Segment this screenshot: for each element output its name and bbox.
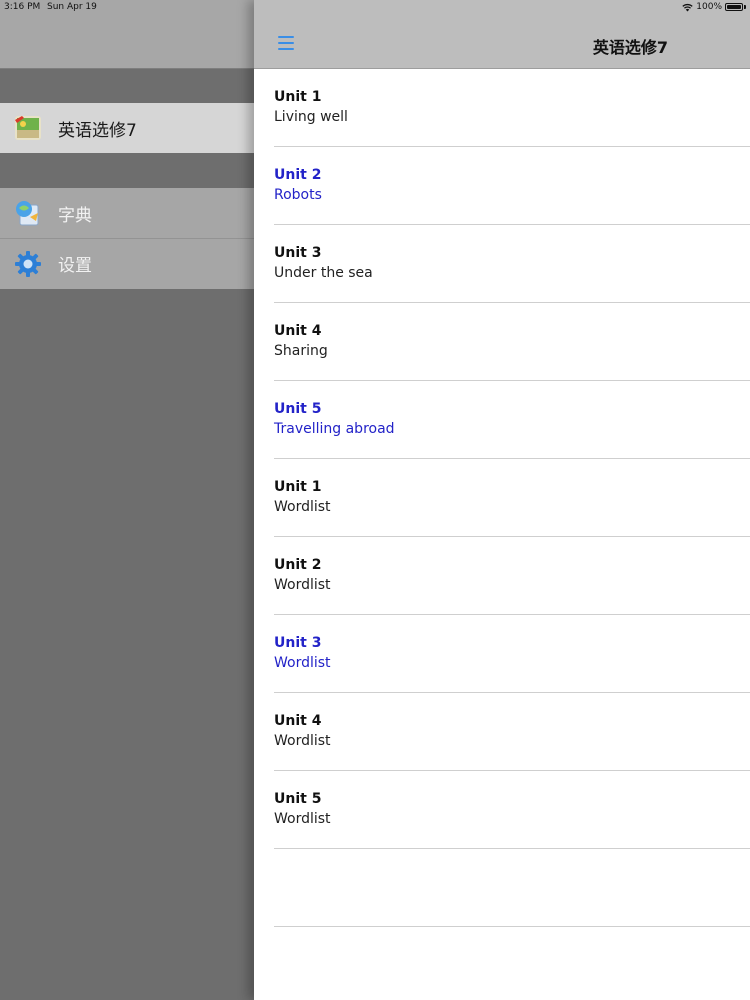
dictionary-icon	[14, 199, 42, 227]
sidebar-item-dictionary[interactable]: 字典	[0, 188, 254, 238]
list-item-title: Unit 4	[274, 323, 322, 339]
list-item-subtitle: Travelling abroad	[274, 421, 395, 437]
book-cover-icon	[14, 114, 42, 142]
list-item-subtitle: Sharing	[274, 343, 328, 359]
list-item-subtitle: Wordlist	[274, 655, 331, 671]
sidebar-item-settings[interactable]: 设置	[0, 238, 254, 288]
list-item-subtitle: Under the sea	[274, 265, 373, 281]
list-item-subtitle: Living well	[274, 109, 348, 125]
list-item[interactable]: Unit 4 Wordlist	[254, 693, 750, 771]
list-item[interactable]: Unit 3 Wordlist	[254, 615, 750, 693]
list-item[interactable]: Unit 1 Wordlist	[254, 459, 750, 537]
list-item-title: Unit 4	[274, 713, 322, 729]
list-item-title: Unit 5	[274, 791, 322, 807]
page-title: 英语选修7	[592, 38, 668, 57]
list-item-title: Unit 2	[274, 557, 322, 573]
list-item-title: Unit 1	[274, 479, 322, 495]
menu-icon[interactable]	[278, 36, 294, 50]
sidebar: 英语选修7 字典 设置	[0, 0, 254, 1000]
list-item-subtitle: Wordlist	[274, 811, 331, 827]
list-item[interactable]: Unit 1 Living well	[254, 69, 750, 147]
list-item-title: Unit 3	[274, 245, 322, 261]
wifi-icon	[682, 3, 693, 11]
status-time: 3:16 PM	[4, 2, 41, 12]
list-item-title: Unit 1	[274, 89, 322, 105]
sidebar-item-dictionary-label: 字典	[58, 205, 92, 226]
status-date: Sun Apr 19	[47, 2, 97, 12]
list-item[interactable]: Unit 4 Sharing	[254, 303, 750, 381]
list-item-subtitle: Wordlist	[274, 733, 331, 749]
sidebar-item-settings-label: 设置	[58, 256, 92, 276]
battery-percent: 100%	[696, 2, 722, 12]
list-item-subtitle: Robots	[274, 187, 322, 203]
list-item-empty	[254, 849, 750, 927]
sidebar-item-book[interactable]: 英语选修7	[0, 103, 254, 153]
list-item-title: Unit 2	[274, 167, 322, 183]
list-item-subtitle: Wordlist	[274, 499, 331, 515]
list-item[interactable]: Unit 5 Wordlist	[254, 771, 750, 849]
list-item-subtitle: Wordlist	[274, 577, 331, 593]
status-right: 100%	[682, 2, 746, 12]
list-item[interactable]: Unit 5 Travelling abroad	[254, 381, 750, 459]
battery-tip	[744, 5, 746, 9]
list-item[interactable]: Unit 2 Robots	[254, 147, 750, 225]
unit-list: Unit 1 Living well Unit 2 Robots Unit 3 Und…	[254, 69, 750, 927]
list-item[interactable]: Unit 3 Under the sea	[254, 225, 750, 303]
list-item-title: Unit 3	[274, 635, 322, 651]
status-bar: 3:16 PM Sun Apr 19 100%	[0, 0, 750, 14]
sidebar-menu-group: 字典 设置	[0, 188, 254, 289]
battery-icon	[725, 3, 743, 11]
list-item-title: Unit 5	[274, 401, 322, 417]
main-panel: 英语选修7 Unit 1 Living well Unit 2 Robots Uni…	[254, 0, 750, 1000]
gear-icon	[14, 250, 42, 278]
list-item[interactable]: Unit 2 Wordlist	[254, 537, 750, 615]
sidebar-item-book-label: 英语选修7	[58, 120, 137, 141]
